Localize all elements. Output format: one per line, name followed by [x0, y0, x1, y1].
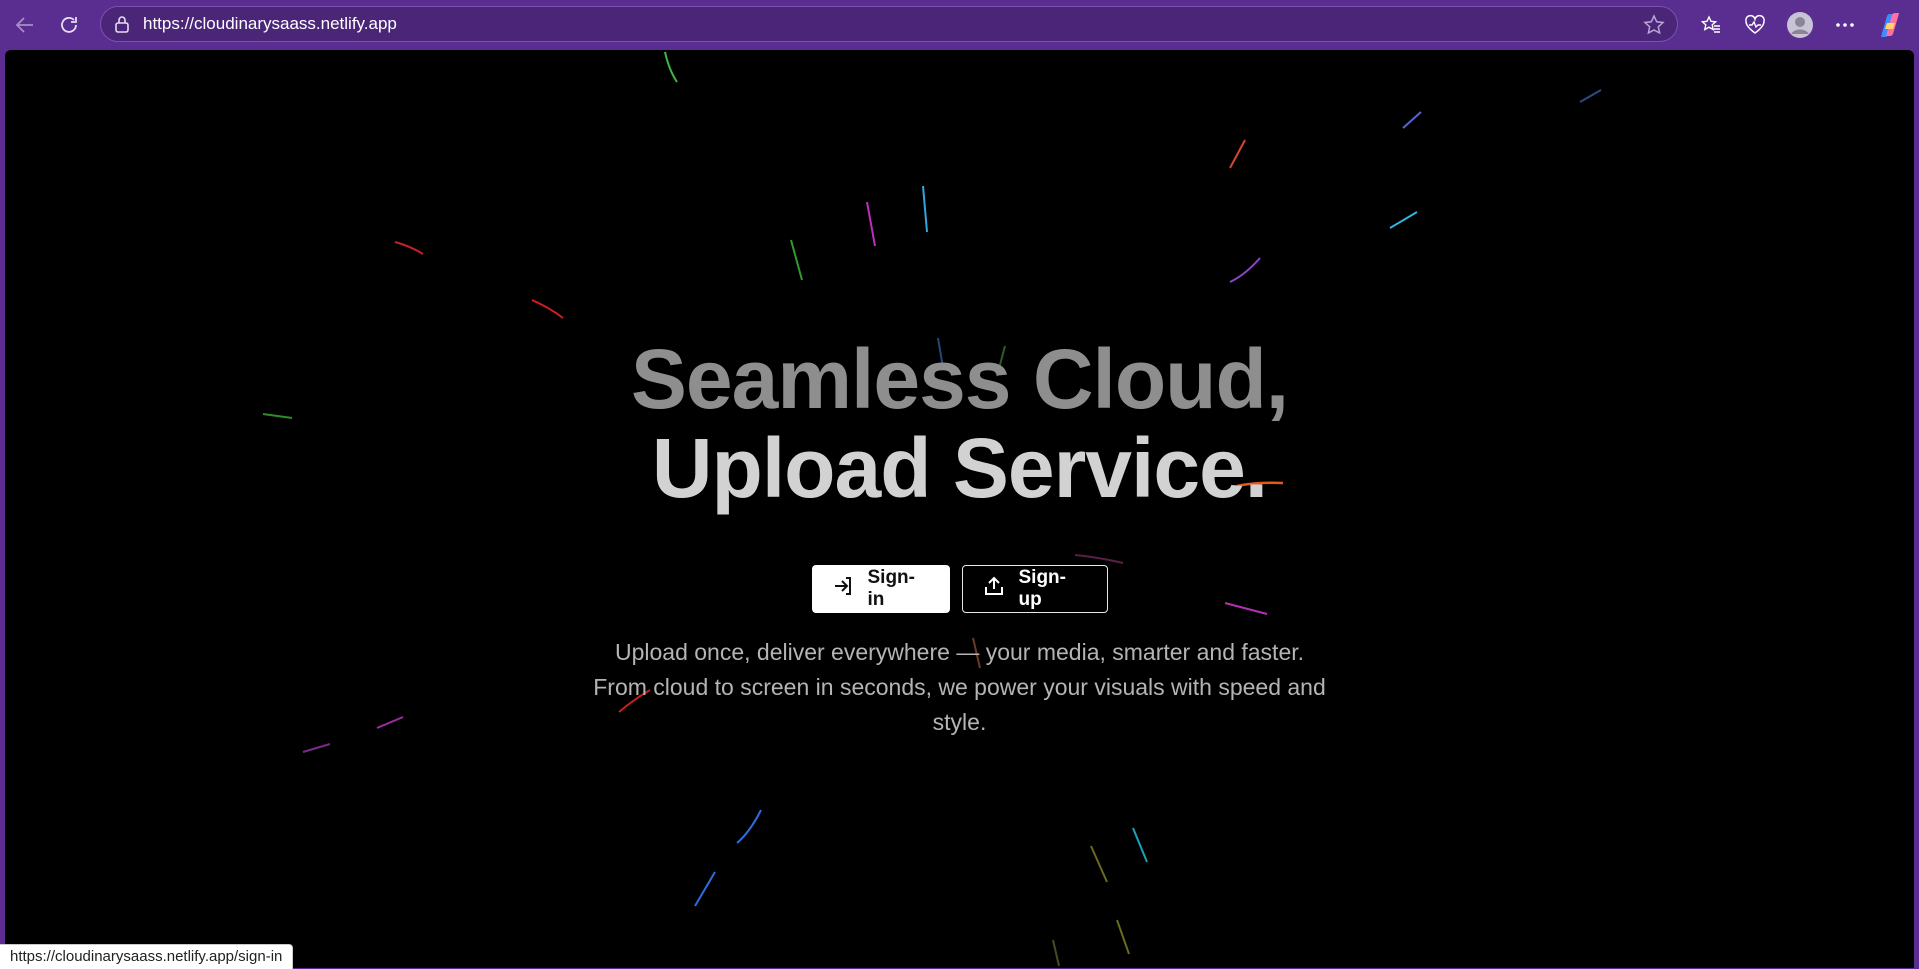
lock-icon[interactable] [113, 15, 131, 37]
subtext-line1: Upload once, deliver everywhere — your m… [614, 639, 1305, 665]
streak [1229, 257, 1261, 283]
streak [1074, 554, 1124, 564]
streak [1116, 919, 1130, 955]
auth-buttons: Sign-in Sign-up [5, 565, 1914, 613]
streak [1579, 89, 1602, 103]
url-text[interactable]: https://cloudinarysaass.netlify.app [143, 14, 397, 34]
streak [1389, 211, 1418, 229]
favorites-icon[interactable] [1696, 10, 1726, 40]
streak [922, 185, 928, 233]
streak [531, 299, 564, 319]
streak [1052, 939, 1060, 967]
streak [866, 201, 876, 247]
copilot-icon[interactable] [1875, 10, 1905, 40]
more-icon[interactable] [1830, 10, 1860, 40]
hero-title-line1: Seamless Cloud, [630, 332, 1289, 426]
streak [302, 743, 331, 753]
hero-title-line2: Upload Service. [651, 421, 1268, 515]
profile-icon[interactable] [1785, 10, 1815, 40]
sign-in-button[interactable]: Sign-in [811, 565, 950, 613]
refresh-icon[interactable] [54, 10, 84, 40]
sign-in-label: Sign-in [867, 567, 916, 610]
streak [664, 51, 678, 83]
address-bar[interactable]: https://cloudinarysaass.netlify.app [100, 6, 1678, 42]
favorite-star-icon[interactable] [1643, 14, 1665, 40]
sign-up-button[interactable]: Sign-up [961, 565, 1108, 613]
health-icon[interactable] [1740, 10, 1770, 40]
browser-toolbar: https://cloudinarysaass.netlify.app [0, 0, 1919, 50]
subtext-line3: style. [932, 709, 987, 735]
streak [694, 871, 716, 907]
streak [790, 239, 803, 281]
streak [394, 241, 424, 255]
streak [1132, 827, 1148, 863]
sign-in-icon [832, 575, 854, 603]
back-icon[interactable] [10, 10, 40, 40]
hero-subtext: Upload once, deliver everywhere — your m… [5, 635, 1914, 740]
streak [1402, 111, 1422, 129]
upload-icon [983, 575, 1005, 603]
page-viewport: Seamless Cloud, Upload Service. Sign-in … [5, 50, 1914, 968]
streak [736, 809, 762, 844]
hero-title: Seamless Cloud, Upload Service. [5, 335, 1914, 513]
streak [1229, 139, 1246, 169]
streak [1090, 845, 1108, 883]
status-bar-url: https://cloudinarysaass.netlify.app/sign… [0, 944, 294, 969]
sign-up-label: Sign-up [1018, 567, 1067, 610]
subtext-line2: From cloud to screen in seconds, we powe… [593, 674, 1326, 700]
